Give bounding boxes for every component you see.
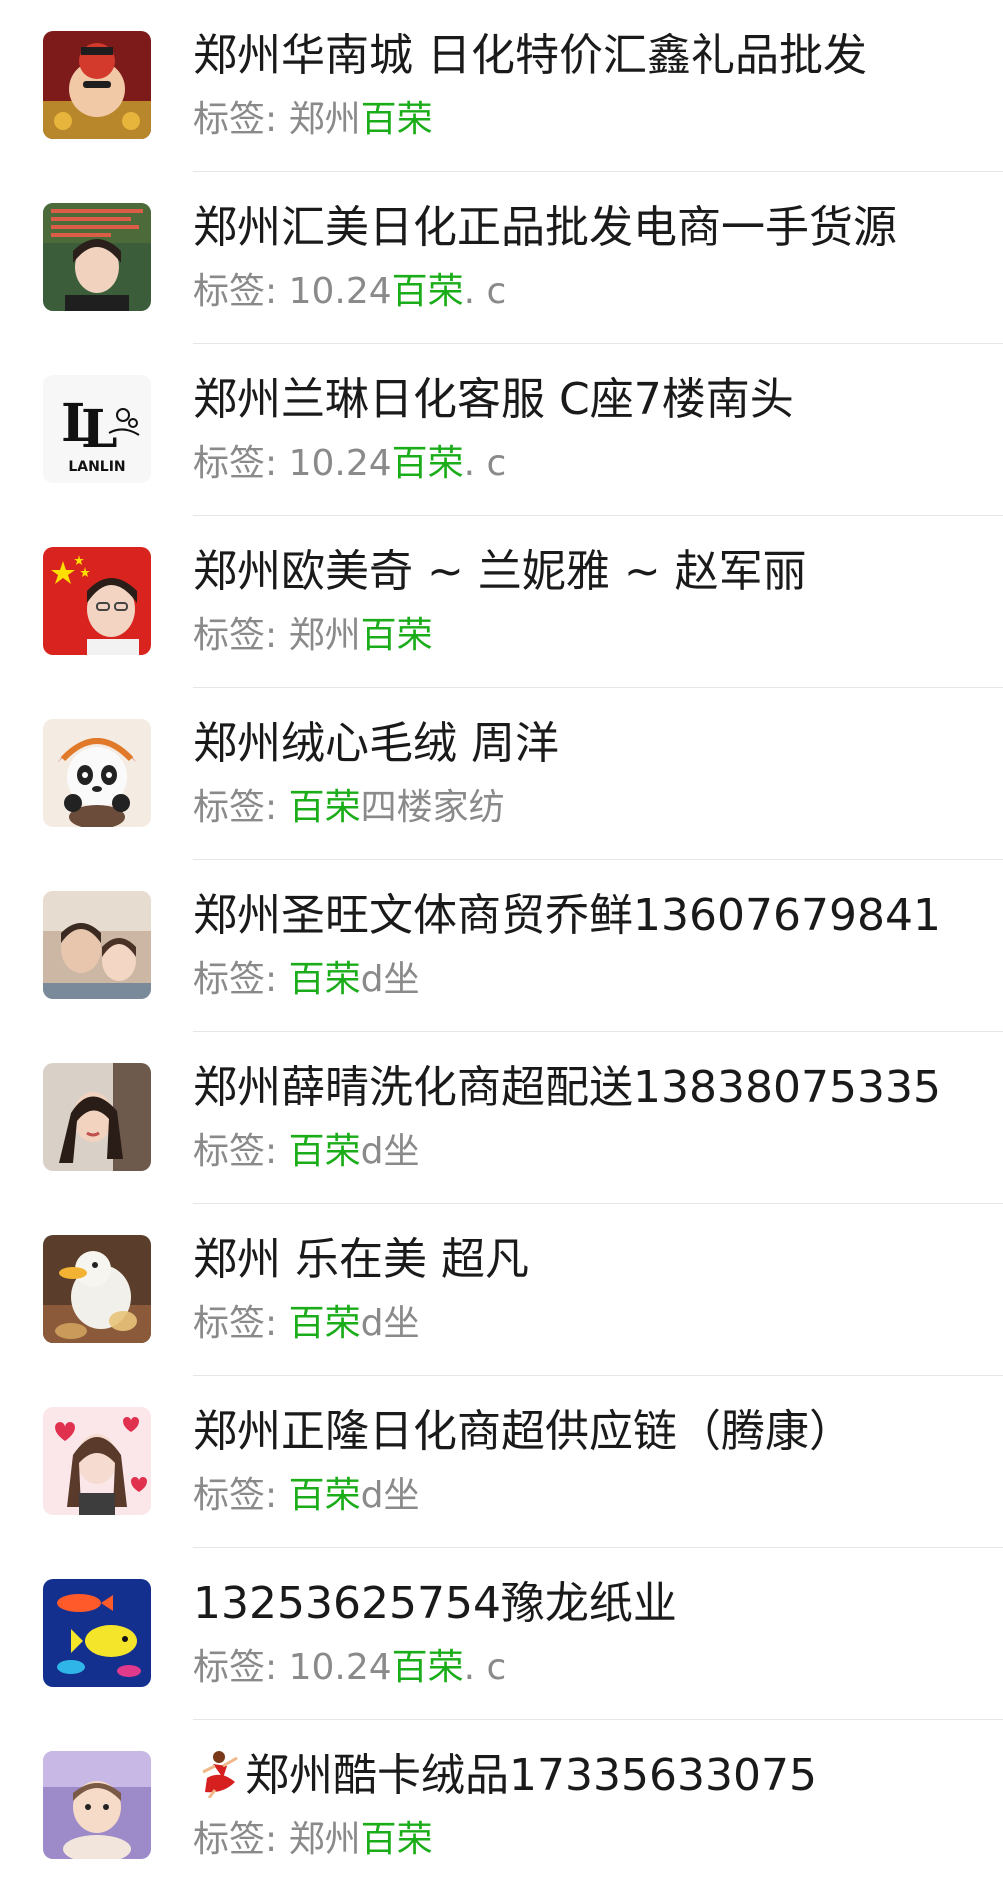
contact-name-text: 郑州酷卡绒品17335633075 bbox=[245, 1750, 817, 1801]
contact-item[interactable]: 13253625754豫龙纸业 标签: 10.24百荣. c bbox=[0, 1548, 1003, 1720]
lucky-mascot-avatar[interactable] bbox=[43, 31, 151, 139]
tag-highlight: 百荣 bbox=[391, 443, 464, 484]
contact-name: 13253625754豫龙纸业 bbox=[193, 1578, 677, 1629]
contact-name: 郑州酷卡绒品17335633075 bbox=[193, 1748, 817, 1804]
tag-text: 10.24 bbox=[288, 271, 392, 312]
woman-hearts-avatar[interactable] bbox=[43, 1407, 151, 1515]
contact-tag: 标签: 10.24百荣. c bbox=[193, 269, 506, 315]
contact-name: 郑州欧美奇 ~ 兰妮雅 ~ 赵军丽 bbox=[193, 546, 807, 597]
contact-item[interactable]: 郑州 乐在美 超凡 标签: 百荣d坐 bbox=[0, 1204, 1003, 1376]
contact-name: 郑州圣旺文体商贸乔鲜13607679841 bbox=[193, 890, 941, 941]
tag-highlight: 百荣 bbox=[360, 99, 433, 140]
lanlin-logo-text: LANLIN bbox=[68, 459, 125, 475]
duck-plush-avatar[interactable] bbox=[43, 1235, 151, 1343]
contact-list: 郑州华南城 日化特价汇鑫礼品批发 标签: 郑州百荣 郑州汇美日化正品批发电商一手… bbox=[0, 0, 1003, 1892]
contact-tag: 标签: 10.24百荣. c bbox=[193, 441, 506, 487]
tag-text: 10.24 bbox=[288, 1647, 392, 1688]
tag-highlight: 百荣 bbox=[288, 1131, 361, 1172]
tropical-fish-avatar[interactable] bbox=[43, 1579, 151, 1687]
contact-item[interactable]: 郑州正隆日化商超供应链（腾康） 标签: 百荣d坐 bbox=[0, 1376, 1003, 1548]
tag-text: 郑州 bbox=[288, 99, 361, 140]
lanlin-logo-avatar[interactable]: L L LANLIN bbox=[43, 375, 151, 483]
contact-item[interactable]: 郑州华南城 日化特价汇鑫礼品批发 标签: 郑州百荣 bbox=[0, 0, 1003, 172]
tag-text: 郑州 bbox=[288, 1819, 361, 1860]
contact-item[interactable]: L L LANLIN 郑州兰琳日化客服 C座7楼南头 标签: 10.24百荣. … bbox=[0, 344, 1003, 516]
tag-highlight: 百荣 bbox=[360, 615, 433, 656]
baby-photo-avatar[interactable] bbox=[43, 1751, 151, 1859]
contact-tag: 标签: 郑州百荣 bbox=[193, 613, 433, 659]
contact-item[interactable]: 郑州汇美日化正品批发电商一手货源 标签: 10.24百荣. c bbox=[0, 172, 1003, 344]
tag-label: 标签: bbox=[193, 271, 289, 312]
tag-highlight: 百荣 bbox=[288, 959, 361, 1000]
contact-item[interactable]: 郑州绒心毛绒 周洋 标签: 百荣四楼家纺 bbox=[0, 688, 1003, 860]
contact-item[interactable]: 郑州欧美奇 ~ 兰妮雅 ~ 赵军丽 标签: 郑州百荣 bbox=[0, 516, 1003, 688]
contact-tag: 标签: 百荣d坐 bbox=[193, 1473, 419, 1519]
tag-text: d坐 bbox=[360, 1131, 420, 1172]
tag-text: d坐 bbox=[360, 1475, 420, 1516]
contact-tag: 标签: 百荣四楼家纺 bbox=[193, 785, 505, 831]
woman-selfie-avatar[interactable] bbox=[43, 1063, 151, 1171]
panda-plush-avatar[interactable] bbox=[43, 719, 151, 827]
tag-text: 四楼家纺 bbox=[360, 787, 505, 828]
tag-label: 标签: bbox=[193, 1819, 289, 1860]
dancer-emoji-icon bbox=[202, 1751, 238, 1798]
contact-name: 郑州正隆日化商超供应链（腾康） bbox=[193, 1406, 853, 1457]
contact-name: 郑州 乐在美 超凡 bbox=[193, 1234, 529, 1285]
family-photo-avatar[interactable] bbox=[43, 891, 151, 999]
contact-name: 郑州汇美日化正品批发电商一手货源 bbox=[193, 202, 897, 253]
tag-highlight: 百荣 bbox=[360, 1819, 433, 1860]
tag-label: 标签: bbox=[193, 443, 289, 484]
tag-text: d坐 bbox=[360, 1303, 420, 1344]
tag-label: 标签: bbox=[193, 1131, 289, 1172]
tag-label: 标签: bbox=[193, 787, 289, 828]
tag-highlight: 百荣 bbox=[288, 1303, 361, 1344]
tag-text: . c bbox=[463, 443, 507, 484]
tag-label: 标签: bbox=[193, 615, 289, 656]
tag-text: d坐 bbox=[360, 959, 420, 1000]
tag-label: 标签: bbox=[193, 959, 289, 1000]
contact-name: 郑州绒心毛绒 周洋 bbox=[193, 718, 559, 769]
contact-name: 郑州兰琳日化客服 C座7楼南头 bbox=[193, 374, 794, 425]
contact-name: 郑州华南城 日化特价汇鑫礼品批发 bbox=[193, 30, 867, 81]
flag-portrait-avatar[interactable] bbox=[43, 547, 151, 655]
woman-portrait-avatar[interactable] bbox=[43, 203, 151, 311]
tag-highlight: 百荣 bbox=[391, 271, 464, 312]
tag-text: 郑州 bbox=[288, 615, 361, 656]
tag-highlight: 百荣 bbox=[288, 787, 361, 828]
contact-tag: 标签: 百荣d坐 bbox=[193, 1301, 419, 1347]
svg-text:L: L bbox=[81, 399, 118, 460]
contact-item[interactable]: 郑州酷卡绒品17335633075 标签: 郑州百荣 bbox=[0, 1720, 1003, 1892]
contact-tag: 标签: 郑州百荣 bbox=[193, 97, 433, 143]
tag-text: 10.24 bbox=[288, 443, 392, 484]
contact-name: 郑州薛晴洗化商超配送13838075335 bbox=[193, 1062, 941, 1113]
contact-tag: 标签: 百荣d坐 bbox=[193, 957, 419, 1003]
tag-highlight: 百荣 bbox=[288, 1475, 361, 1516]
contact-item[interactable]: 郑州圣旺文体商贸乔鲜13607679841 标签: 百荣d坐 bbox=[0, 860, 1003, 1032]
contact-tag: 标签: 百荣d坐 bbox=[193, 1129, 419, 1175]
tag-label: 标签: bbox=[193, 1647, 289, 1688]
tag-text: . c bbox=[463, 271, 507, 312]
tag-text: . c bbox=[463, 1647, 507, 1688]
contact-item[interactable]: 郑州薛晴洗化商超配送13838075335 标签: 百荣d坐 bbox=[0, 1032, 1003, 1204]
contact-tag: 标签: 郑州百荣 bbox=[193, 1817, 433, 1863]
tag-label: 标签: bbox=[193, 99, 289, 140]
contact-tag: 标签: 10.24百荣. c bbox=[193, 1645, 506, 1691]
tag-label: 标签: bbox=[193, 1475, 289, 1516]
tag-highlight: 百荣 bbox=[391, 1647, 464, 1688]
tag-label: 标签: bbox=[193, 1303, 289, 1344]
